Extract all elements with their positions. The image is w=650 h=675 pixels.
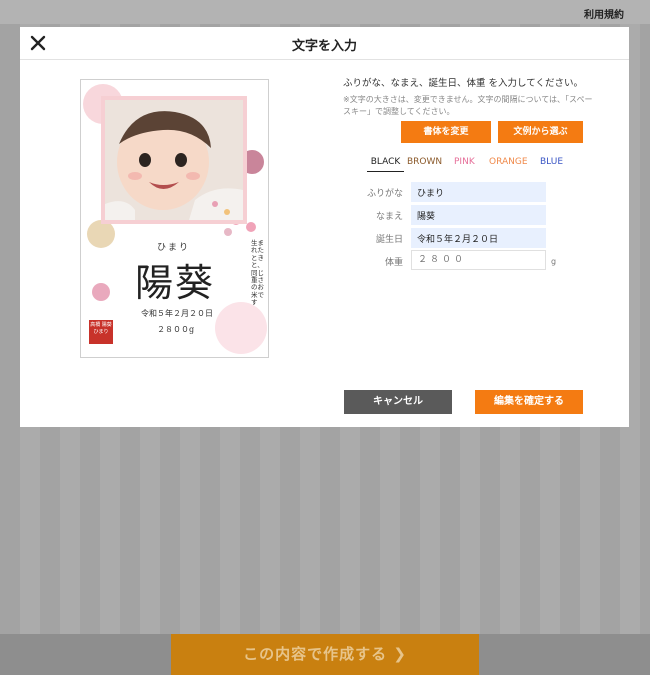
- modal-header: 文字を入力: [20, 27, 629, 60]
- furigana-label: ふりがな: [366, 189, 403, 199]
- modal-title: 文字を入力: [291, 39, 357, 54]
- weight-label: 体重: [384, 258, 403, 268]
- tab-pink[interactable]: PINK: [454, 157, 475, 167]
- weight-input[interactable]: [411, 250, 546, 270]
- tab-brown[interactable]: BROWN: [407, 157, 442, 167]
- tab-blue[interactable]: BLUE: [540, 157, 563, 167]
- baby-photo: [105, 100, 243, 220]
- card-name-kanji: 陽葵: [135, 261, 216, 305]
- birthday-label: 誕生日: [375, 235, 403, 245]
- furigana-input[interactable]: [411, 182, 546, 202]
- confirm-edit-button[interactable]: 編集を確定する: [475, 390, 583, 414]
- weight-unit: g: [551, 257, 557, 266]
- card-weight: ２８００g: [157, 325, 195, 334]
- text-input-modal: 文字を入力 ひまり 陽葵 令和５年２月２０日 ２８００g 生まれたときと、同じ重…: [20, 27, 629, 427]
- cancel-button[interactable]: キャンセル: [344, 390, 452, 414]
- create-button[interactable]: この内容で作成する ❯: [171, 634, 479, 675]
- name-stamp: 高橋 陽葵 ひまり: [89, 320, 113, 344]
- note-text: ※文字の大きさは、変更できません。文字の間隔については、「スペースキー」で調整し…: [343, 95, 593, 116]
- birthday-input[interactable]: [411, 228, 546, 248]
- tab-orange[interactable]: ORANGE: [489, 157, 528, 167]
- terms-link[interactable]: 利用規約: [584, 6, 624, 21]
- instruction-text: ふりがな、なまえ、誕生日、体重 を入力してください。: [343, 78, 583, 89]
- choose-example-button[interactable]: 文例から選ぶ: [498, 121, 583, 143]
- change-font-button[interactable]: 書体を変更: [401, 121, 491, 143]
- name-input[interactable]: [411, 205, 546, 225]
- card-message: 生まれたときと、同じ重さのお米です: [251, 239, 264, 307]
- card-birthday: 令和５年２月２０日: [141, 309, 213, 318]
- tab-black[interactable]: BLACK: [367, 157, 404, 172]
- name-label: なまえ: [375, 212, 403, 222]
- top-bar: 利用規約: [0, 0, 650, 24]
- card-preview: ひまり 陽葵 令和５年２月２０日 ２８００g 生まれたときと、同じ重さのお米です…: [80, 79, 269, 358]
